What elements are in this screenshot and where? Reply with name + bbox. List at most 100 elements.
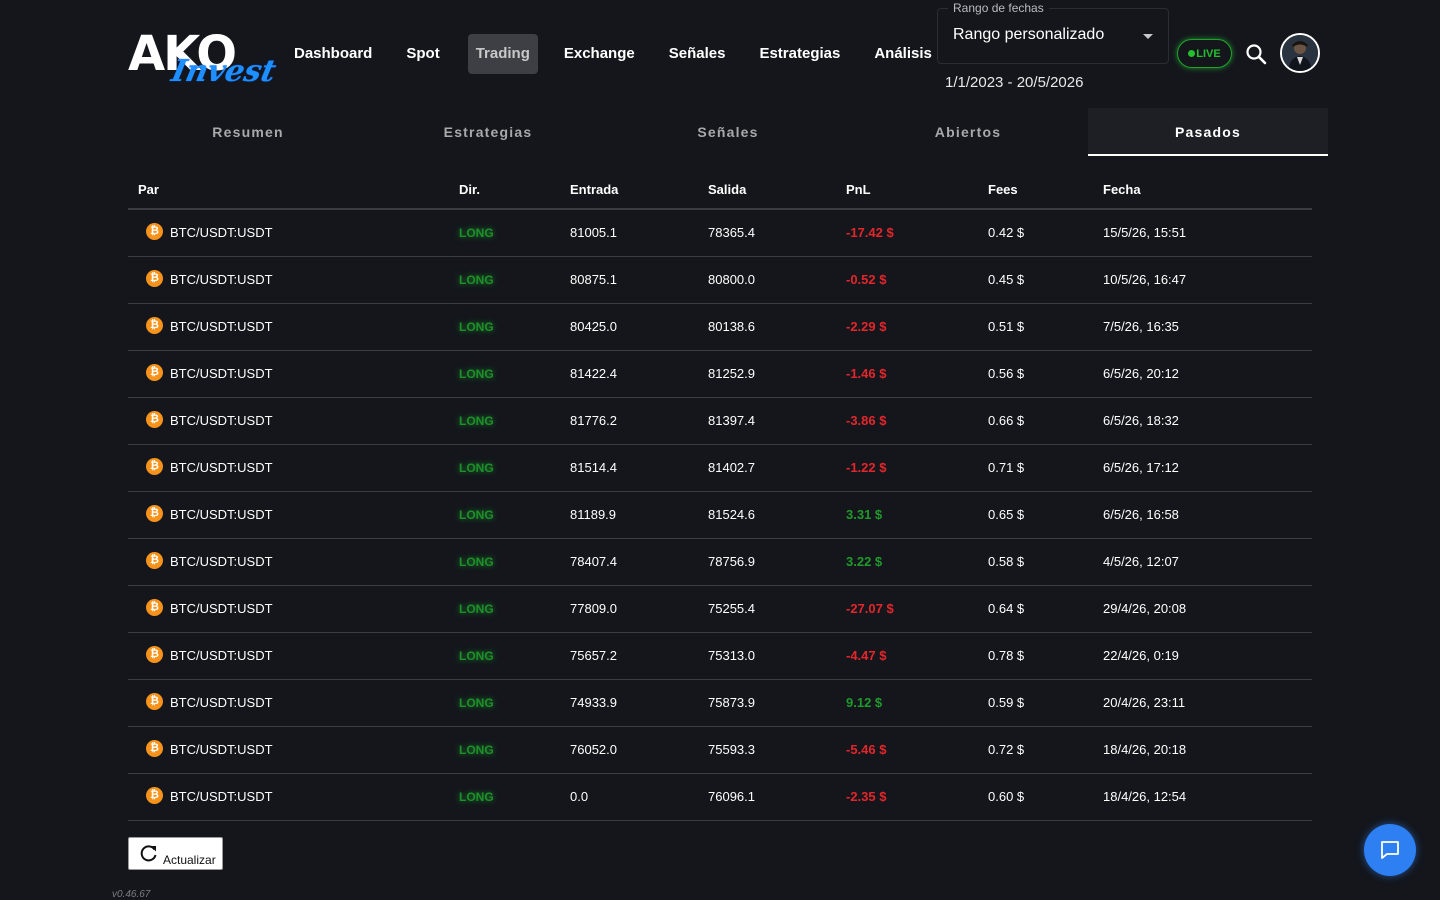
search-icon[interactable]: [1245, 43, 1267, 65]
cell-par: BTC/USDT:USDT: [170, 789, 273, 804]
cell-fecha: 6/5/26, 20:12: [1103, 366, 1179, 381]
nav-analisis[interactable]: Análisis: [858, 34, 948, 74]
cell-salida: 81524.6: [708, 507, 755, 522]
table-row[interactable]: ₿ BTC/USDT:USDT LONG 80425.0 80138.6 -2.29 $ 0…: [128, 304, 1312, 351]
tab-estrategias[interactable]: Estrategias: [368, 108, 608, 156]
cell-fecha: 18/4/26, 12:54: [1103, 789, 1187, 804]
cell-par: BTC/USDT:USDT: [170, 413, 273, 428]
cell-pnl: -4.47 $: [846, 648, 887, 663]
refresh-button[interactable]: Actualizar: [128, 837, 223, 870]
date-range-select[interactable]: Rango de fechas Rango personalizado: [937, 1, 1169, 64]
cell-salida: 81397.4: [708, 413, 755, 428]
cell-par: BTC/USDT:USDT: [170, 648, 273, 663]
header-dir[interactable]: Dir.: [459, 182, 480, 197]
cell-dir: LONG: [459, 273, 494, 287]
header-par[interactable]: Par: [138, 182, 159, 197]
table-row[interactable]: ₿ BTC/USDT:USDT LONG 81776.2 81397.4 -3.86 $ 0…: [128, 398, 1312, 445]
table-row[interactable]: ₿ BTC/USDT:USDT LONG 81189.9 81524.6 3.31 $ 0.…: [128, 492, 1312, 539]
table-row[interactable]: ₿ BTC/USDT:USDT LONG 81422.4 81252.9 -1.46 $ 0…: [128, 351, 1312, 398]
live-label: LIVE: [1196, 47, 1221, 60]
chat-button[interactable]: [1364, 824, 1416, 876]
user-avatar[interactable]: [1280, 33, 1320, 73]
cell-fees: 0.45 $: [988, 272, 1025, 287]
cell-dir: LONG: [459, 414, 494, 428]
refresh-icon: [139, 843, 159, 863]
cell-pnl: -17.42 $: [846, 225, 894, 240]
nav-senales[interactable]: Señales: [653, 34, 742, 74]
cell-salida: 81252.9: [708, 366, 755, 381]
header-salida[interactable]: Salida: [708, 182, 746, 197]
cell-entrada: 81422.4: [570, 366, 617, 381]
cell-dir: LONG: [459, 696, 494, 710]
table-row[interactable]: ₿ BTC/USDT:USDT LONG 76052.0 75593.3 -5.46 $ 0…: [128, 727, 1312, 774]
cell-salida: 75255.4: [708, 601, 755, 616]
cell-pnl: -1.22 $: [846, 460, 887, 475]
header-entrada[interactable]: Entrada: [570, 182, 618, 197]
bitcoin-icon: ₿: [146, 458, 163, 475]
nav-exchange[interactable]: Exchange: [548, 34, 651, 74]
cell-fees: 0.42 $: [988, 225, 1025, 240]
cell-pnl: 3.31 $: [846, 507, 883, 522]
tab-pasados[interactable]: Pasados: [1088, 108, 1328, 156]
cell-fees: 0.78 $: [988, 648, 1025, 663]
cell-fecha: 29/4/26, 20:08: [1103, 601, 1187, 616]
table-body: ₿ BTC/USDT:USDT LONG 81005.1 78365.4 -17.42 $…: [128, 210, 1312, 821]
table-row[interactable]: ₿ BTC/USDT:USDT LONG 0.0 76096.1 -2.35 $ 0.60 …: [128, 774, 1312, 821]
table-row[interactable]: ₿ BTC/USDT:USDT LONG 77809.0 75255.4 -27.07 $…: [128, 586, 1312, 633]
live-badge[interactable]: LIVE: [1177, 39, 1232, 68]
cell-par: BTC/USDT:USDT: [170, 507, 273, 522]
brand-logo[interactable]: AKO Invest: [128, 26, 279, 92]
cell-par: BTC/USDT:USDT: [170, 742, 273, 757]
cell-par: BTC/USDT:USDT: [170, 601, 273, 616]
bitcoin-icon: ₿: [146, 223, 163, 240]
table-row[interactable]: ₿ BTC/USDT:USDT LONG 81005.1 78365.4 -17.42 $…: [128, 210, 1312, 257]
cell-fecha: 7/5/26, 16:35: [1103, 319, 1179, 334]
cell-entrada: 81776.2: [570, 413, 617, 428]
cell-fecha: 15/5/26, 15:51: [1103, 225, 1187, 240]
cell-fecha: 4/5/26, 12:07: [1103, 554, 1179, 569]
bitcoin-icon: ₿: [146, 787, 163, 804]
bitcoin-icon: ₿: [146, 270, 163, 287]
brand-name-script: Invest: [168, 54, 279, 89]
tab-senales[interactable]: Señales: [608, 108, 848, 156]
date-range-text: 1/1/2023 - 20/5/2026: [945, 74, 1084, 91]
date-range-label: Rango de fechas: [948, 1, 1049, 15]
table-row[interactable]: ₿ BTC/USDT:USDT LONG 81514.4 81402.7 -1.22 $ 0…: [128, 445, 1312, 492]
table-row[interactable]: ₿ BTC/USDT:USDT LONG 75657.2 75313.0 -4.47 $ 0…: [128, 633, 1312, 680]
cell-entrada: 76052.0: [570, 742, 617, 757]
nav-estrategias[interactable]: Estrategias: [743, 34, 856, 74]
table-row[interactable]: ₿ BTC/USDT:USDT LONG 80875.1 80800.0 -0.52 $ 0…: [128, 257, 1312, 304]
bitcoin-icon: ₿: [146, 646, 163, 663]
cell-pnl: 9.12 $: [846, 695, 883, 710]
table-row[interactable]: ₿ BTC/USDT:USDT LONG 78407.4 78756.9 3.22 $ 0.…: [128, 539, 1312, 586]
cell-fecha: 22/4/26, 0:19: [1103, 648, 1179, 663]
cell-pnl: 3.22 $: [846, 554, 883, 569]
cell-entrada: 80875.1: [570, 272, 617, 287]
cell-entrada: 81189.9: [570, 507, 617, 522]
cell-entrada: 81005.1: [570, 225, 617, 240]
cell-dir: LONG: [459, 508, 494, 522]
header-fecha[interactable]: Fecha: [1103, 182, 1141, 197]
header-pnl[interactable]: PnL: [846, 182, 871, 197]
cell-par: BTC/USDT:USDT: [170, 695, 273, 710]
cell-pnl: -5.46 $: [846, 742, 887, 757]
header-fees[interactable]: Fees: [988, 182, 1018, 197]
cell-salida: 81402.7: [708, 460, 755, 475]
cell-fecha: 6/5/26, 17:12: [1103, 460, 1179, 475]
tab-abiertos[interactable]: Abiertos: [848, 108, 1088, 156]
cell-entrada: 78407.4: [570, 554, 617, 569]
tab-resumen[interactable]: Resumen: [128, 108, 368, 156]
cell-dir: LONG: [459, 226, 494, 240]
nav-dashboard[interactable]: Dashboard: [278, 34, 388, 74]
cell-entrada: 77809.0: [570, 601, 617, 616]
table-row[interactable]: ₿ BTC/USDT:USDT LONG 74933.9 75873.9 9.12 $ 0.…: [128, 680, 1312, 727]
trading-tabs: Resumen Estrategias Señales Abiertos Pas…: [128, 108, 1328, 156]
cell-salida: 75873.9: [708, 695, 755, 710]
chat-icon: [1381, 841, 1399, 859]
main-nav: Dashboard Spot Trading Exchange Señales …: [278, 34, 950, 74]
nav-spot[interactable]: Spot: [390, 34, 455, 74]
cell-par: BTC/USDT:USDT: [170, 554, 273, 569]
cell-par: BTC/USDT:USDT: [170, 272, 273, 287]
cell-entrada: 81514.4: [570, 460, 617, 475]
nav-trading[interactable]: Trading: [467, 34, 538, 74]
